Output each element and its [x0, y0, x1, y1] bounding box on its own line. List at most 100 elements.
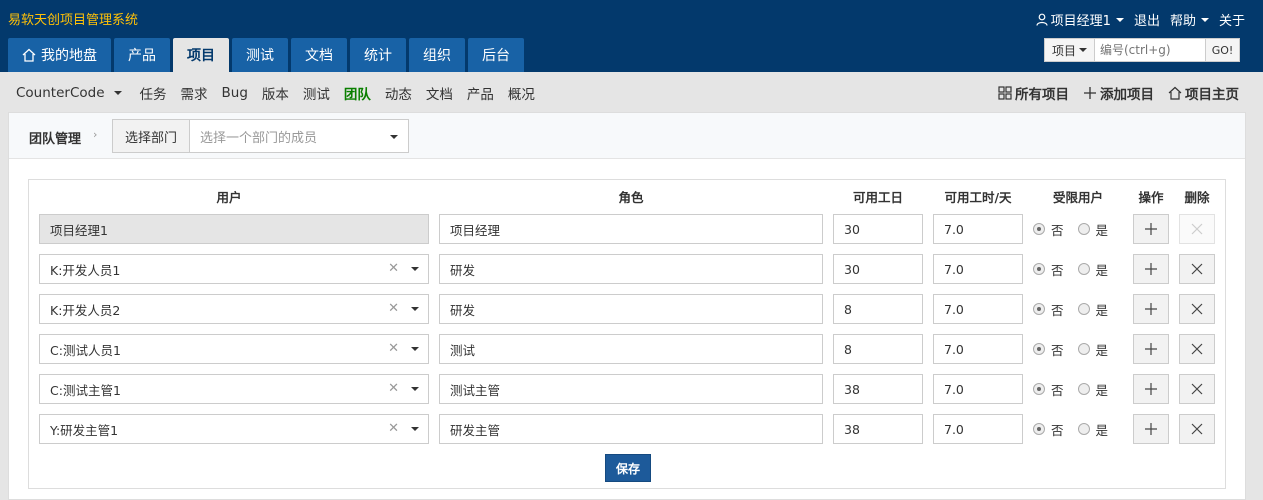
- clear-icon[interactable]: ✕: [388, 381, 399, 396]
- days-input[interactable]: 30: [833, 254, 923, 284]
- sub-nav-item-6[interactable]: 动态: [385, 83, 412, 103]
- nav-tab-5[interactable]: 统计: [350, 38, 406, 72]
- delete-row-button[interactable]: [1179, 334, 1215, 364]
- team-table: 用户 角色 可用工日 可用工时/天 受限用户 操作 删除 项目经理1 项目经理 30…: [28, 179, 1226, 489]
- days-input[interactable]: 38: [833, 414, 923, 444]
- logout-link[interactable]: 退出: [1134, 10, 1160, 29]
- sub-nav-item-3[interactable]: 版本: [262, 83, 289, 103]
- clear-icon[interactable]: ✕: [388, 421, 399, 436]
- limited-yes-radio[interactable]: [1077, 223, 1090, 235]
- limited-no-radio[interactable]: [1033, 303, 1045, 315]
- add-row-button[interactable]: [1133, 254, 1169, 284]
- delete-row-button[interactable]: [1179, 254, 1215, 284]
- user-value: C:测试人员1: [50, 342, 121, 358]
- nav-tab-3[interactable]: 测试: [232, 38, 288, 72]
- product-switcher[interactable]: CounterCode: [16, 85, 122, 101]
- hours-input[interactable]: 7.0: [933, 334, 1023, 364]
- nav-tab-1[interactable]: 产品: [114, 38, 170, 72]
- sub-nav-item-5[interactable]: 团队: [344, 83, 371, 103]
- user-select[interactable]: Y:研发主管1: [39, 414, 429, 444]
- nav-tab-0[interactable]: 我的地盘: [8, 38, 111, 72]
- limited-no-radio[interactable]: [1033, 383, 1045, 395]
- chevron-down-icon: [411, 427, 419, 431]
- days-input[interactable]: 8: [833, 294, 923, 324]
- days-value: 8: [844, 301, 852, 317]
- hours-input[interactable]: 7.0: [933, 414, 1023, 444]
- limited-yes-radio[interactable]: [1077, 343, 1090, 355]
- hours-value: 7.0: [944, 301, 964, 317]
- role-input[interactable]: 测试: [439, 334, 823, 364]
- nav-tab-4[interactable]: 文档: [291, 38, 347, 72]
- hours-value: 7.0: [944, 421, 964, 437]
- sub-nav-item-9[interactable]: 概况: [508, 83, 535, 103]
- role-input[interactable]: 研发主管: [439, 414, 823, 444]
- add-row-button[interactable]: [1133, 414, 1169, 444]
- search-type-select[interactable]: 项目: [1045, 39, 1095, 61]
- limited-yes-radio[interactable]: [1077, 423, 1090, 435]
- sub-nav-item-2[interactable]: Bug: [222, 85, 248, 101]
- sub-nav-item-4[interactable]: 测试: [303, 83, 330, 103]
- delete-row-button[interactable]: [1179, 294, 1215, 324]
- sub-nav-item-1[interactable]: 需求: [181, 83, 208, 103]
- days-input[interactable]: 30: [833, 214, 923, 244]
- limited-no-radio[interactable]: [1033, 223, 1045, 235]
- breadcrumb: 团队管理 › 选择部门 选择一个部门的成员: [9, 113, 1245, 159]
- save-button[interactable]: 保存: [605, 454, 651, 482]
- hours-input[interactable]: 7.0: [933, 254, 1023, 284]
- search-input[interactable]: [1095, 39, 1205, 61]
- role-input[interactable]: 研发: [439, 294, 823, 324]
- user-select[interactable]: K:开发人员1: [39, 254, 429, 284]
- header-days: 可用工日: [852, 190, 903, 205]
- user-value: 项目经理1: [50, 222, 108, 238]
- role-value: 研发: [450, 262, 476, 278]
- user-select[interactable]: C:测试人员1: [39, 334, 429, 364]
- about-link[interactable]: 关于: [1219, 10, 1245, 29]
- add-row-button[interactable]: [1133, 294, 1169, 324]
- limited-no-radio[interactable]: [1033, 343, 1045, 355]
- hours-input[interactable]: 7.0: [933, 214, 1023, 244]
- days-value: 8: [844, 341, 852, 357]
- days-input[interactable]: 8: [833, 334, 923, 364]
- sub-nav-item-7[interactable]: 文档: [426, 83, 453, 103]
- limited-yes-radio[interactable]: [1077, 303, 1090, 315]
- delete-row-button[interactable]: [1179, 374, 1215, 404]
- hours-input[interactable]: 7.0: [933, 294, 1023, 324]
- add-row-button[interactable]: [1133, 214, 1169, 244]
- clear-icon[interactable]: ✕: [388, 341, 399, 356]
- hours-value: 7.0: [944, 381, 964, 397]
- limited-no-label: 否: [1051, 302, 1064, 318]
- days-input[interactable]: 38: [833, 374, 923, 404]
- sub-nav-item-0[interactable]: 任务: [140, 83, 167, 103]
- dept-placeholder: 选择一个部门的成员: [200, 130, 318, 146]
- user-menu[interactable]: 项目经理1: [1036, 10, 1124, 29]
- user-select[interactable]: C:测试主管1: [39, 374, 429, 404]
- hours-input[interactable]: 7.0: [933, 374, 1023, 404]
- table-row: C:测试人员1 ✕ 测试 8 7.0 否 是: [29, 334, 1225, 364]
- sub-nav-item-8[interactable]: 产品: [467, 83, 494, 103]
- add-row-button[interactable]: [1133, 374, 1169, 404]
- delete-row-button[interactable]: [1179, 414, 1215, 444]
- add-row-button[interactable]: [1133, 334, 1169, 364]
- nav-tab-7[interactable]: 后台: [468, 38, 524, 72]
- limited-yes-radio[interactable]: [1077, 263, 1090, 275]
- limited-yes-radio[interactable]: [1077, 383, 1090, 395]
- nav-tab-6[interactable]: 组织: [409, 38, 465, 72]
- clear-icon[interactable]: ✕: [388, 261, 399, 276]
- role-input[interactable]: 测试主管: [439, 374, 823, 404]
- role-input[interactable]: 项目经理: [439, 214, 823, 244]
- all-projects-link[interactable]: 所有项目: [998, 83, 1069, 103]
- user-select[interactable]: K:开发人员2: [39, 294, 429, 324]
- add-project-link[interactable]: 添加项目: [1083, 83, 1154, 103]
- go-button[interactable]: GO!: [1205, 39, 1239, 61]
- clear-icon[interactable]: ✕: [388, 301, 399, 316]
- limited-no-radio[interactable]: [1033, 263, 1045, 275]
- help-menu[interactable]: 帮助: [1170, 10, 1209, 29]
- limited-no-radio[interactable]: [1033, 423, 1045, 435]
- role-input[interactable]: 研发: [439, 254, 823, 284]
- dept-select[interactable]: 选择一个部门的成员: [189, 119, 409, 153]
- close-icon: [1191, 423, 1203, 435]
- role-value: 测试: [450, 342, 476, 358]
- project-home-link[interactable]: 项目主页: [1168, 83, 1239, 103]
- nav-tab-2[interactable]: 项目: [173, 38, 229, 72]
- header-limited: 受限用户: [1052, 190, 1103, 205]
